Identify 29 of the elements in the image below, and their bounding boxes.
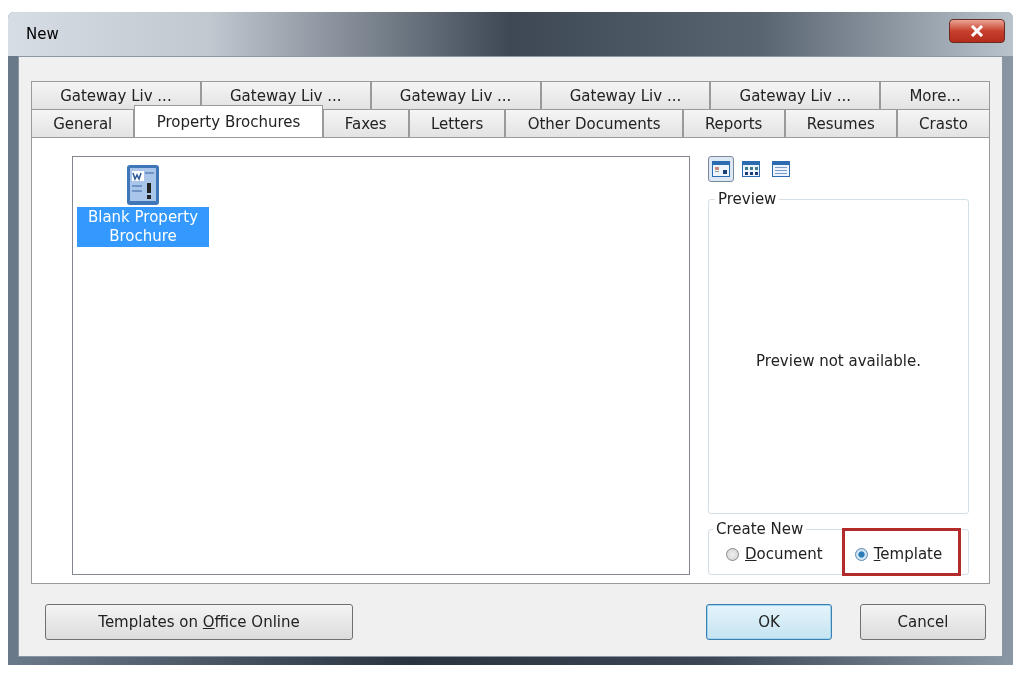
tab[interactable]: Property Brochures bbox=[134, 105, 323, 137]
details-view-icon bbox=[772, 161, 790, 177]
tab[interactable]: Crasto bbox=[896, 109, 990, 137]
tab[interactable]: Gateway Liv ... bbox=[540, 81, 711, 109]
large-icons-view-icon bbox=[712, 161, 730, 177]
radio-button[interactable] bbox=[726, 547, 739, 561]
close-icon bbox=[970, 25, 984, 37]
tab[interactable]: General bbox=[31, 109, 135, 137]
window-title: New bbox=[26, 25, 59, 43]
radio-label[interactable]: Document bbox=[745, 545, 823, 563]
tab[interactable]: Gateway Liv ... bbox=[31, 81, 201, 109]
tab[interactable]: Faxes bbox=[322, 109, 409, 137]
tab[interactable]: Reports bbox=[682, 109, 785, 137]
small-icons-view-icon bbox=[742, 161, 760, 177]
tab[interactable]: Gateway Liv ... bbox=[710, 81, 881, 109]
tab[interactable]: Letters bbox=[408, 109, 506, 137]
close-button[interactable] bbox=[949, 19, 1005, 43]
tab[interactable]: Gateway Liv ... bbox=[370, 81, 541, 109]
group-title: Preview bbox=[717, 190, 778, 208]
button[interactable]: OK bbox=[706, 604, 832, 640]
preview-message: Preview not available. bbox=[756, 351, 921, 370]
tab[interactable]: Resumes bbox=[784, 109, 897, 137]
group-title: Create New bbox=[715, 520, 805, 538]
button[interactable]: Templates on Office Online bbox=[45, 604, 353, 640]
button[interactable]: Cancel bbox=[860, 604, 986, 640]
view-button[interactable] bbox=[708, 156, 734, 182]
tab[interactable]: More... bbox=[880, 81, 991, 109]
tab[interactable]: Other Documents bbox=[505, 109, 683, 137]
radio-button[interactable] bbox=[854, 547, 868, 561]
